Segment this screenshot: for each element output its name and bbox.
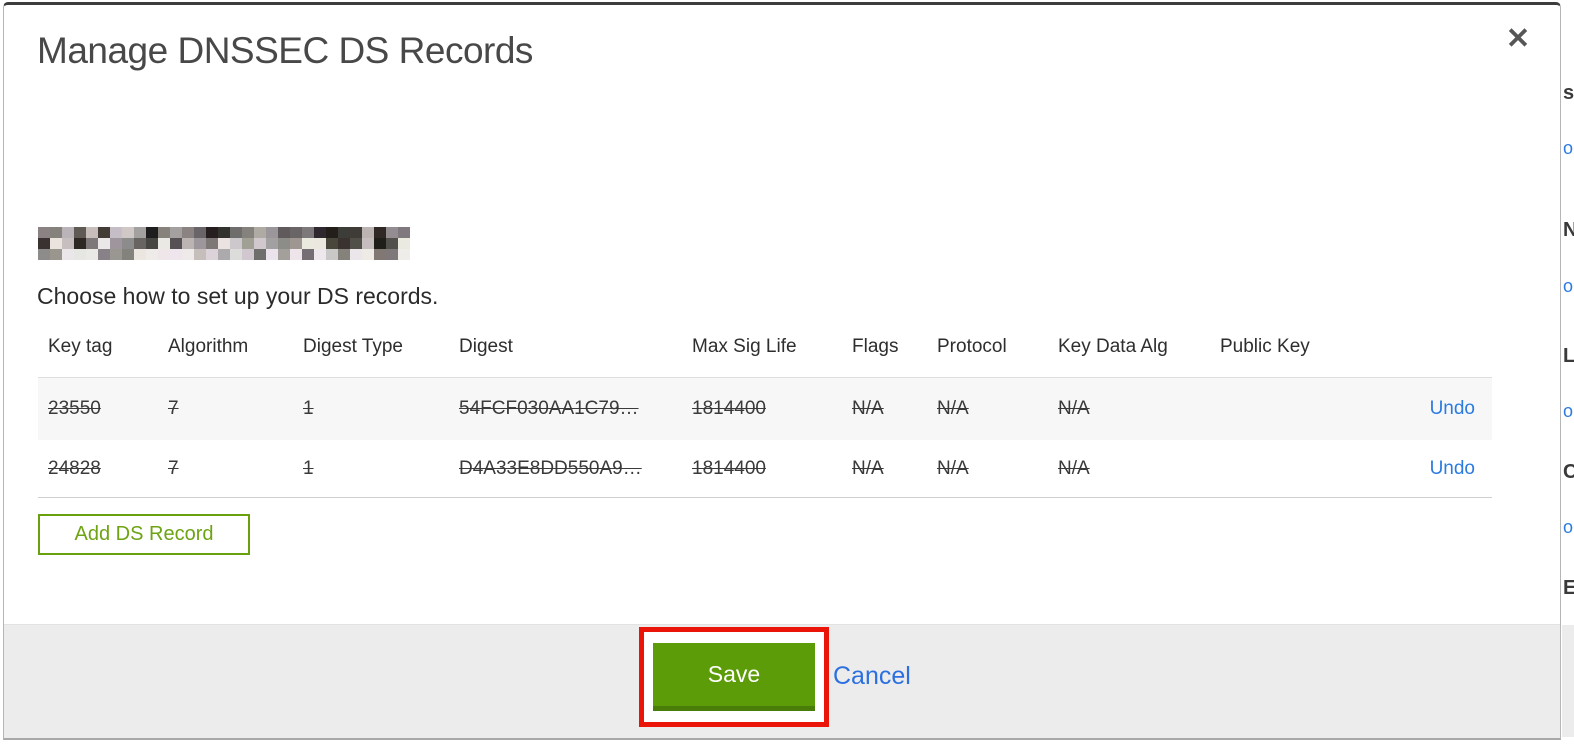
background-link-fragment: o xyxy=(1563,401,1574,421)
column-header-algorithm: Algorithm xyxy=(168,336,249,357)
cell-key-tag: 24828 xyxy=(48,457,101,479)
cell-digest-type: 1 xyxy=(303,457,314,479)
cell-flags: N/A xyxy=(852,398,884,419)
cell-key-tag: 23550 xyxy=(48,398,101,419)
background-text-fragment: L xyxy=(1563,345,1574,367)
cell-max-sig-life: 1814400 xyxy=(692,398,766,419)
close-icon[interactable]: ✕ xyxy=(1500,21,1536,57)
cell-digest: 54FCF030AA1C79… xyxy=(459,398,639,419)
cell-key-data-alg: N/A xyxy=(1058,457,1090,479)
cell-max-sig-life: 1814400 xyxy=(692,457,766,479)
cell-key-data-alg: N/A xyxy=(1058,398,1090,419)
background-footer-band xyxy=(1562,625,1574,737)
column-header-max-sig-life: Max Sig Life xyxy=(692,336,797,357)
undo-link[interactable]: Undo xyxy=(1430,398,1475,420)
add-ds-record-button[interactable]: Add DS Record xyxy=(38,514,250,555)
column-header-protocol: Protocol xyxy=(937,336,1007,357)
background-text-fragment: E xyxy=(1563,577,1574,599)
table-header-row: Key tag Algorithm Digest Type Digest Max… xyxy=(38,336,1492,376)
background-page-strip: s o N o L o C o E xyxy=(1562,0,1574,746)
redacted-domain-name xyxy=(38,227,410,260)
table-row: 24828 7 1 D4A33E8DD550A9… 1814400 N/A N/… xyxy=(38,440,1492,498)
column-header-flags: Flags xyxy=(852,336,899,357)
cell-flags: N/A xyxy=(852,457,884,479)
cell-protocol: N/A xyxy=(937,398,969,419)
cell-protocol: N/A xyxy=(937,457,969,479)
undo-link[interactable]: Undo xyxy=(1430,458,1475,480)
instruction-text: Choose how to set up your DS records. xyxy=(37,283,439,309)
save-button[interactable]: Save xyxy=(653,643,815,711)
column-header-digest: Digest xyxy=(459,336,513,357)
background-link-fragment: o xyxy=(1563,138,1574,158)
cancel-link[interactable]: Cancel xyxy=(833,662,911,691)
column-header-key-tag: Key tag xyxy=(48,336,113,357)
background-link-fragment: o xyxy=(1563,517,1574,537)
annotation-highlight-box: Save xyxy=(639,627,829,727)
cell-algorithm: 7 xyxy=(168,457,179,479)
background-text-fragment: C xyxy=(1563,461,1574,483)
page-title: Manage DNSSEC DS Records xyxy=(37,30,533,71)
column-header-digest-type: Digest Type xyxy=(303,336,403,357)
background-text-fragment: s xyxy=(1563,82,1574,104)
background-link-fragment: o xyxy=(1563,276,1574,296)
cell-digest-type: 1 xyxy=(303,398,314,419)
cell-algorithm: 7 xyxy=(168,398,179,419)
column-header-key-data-alg: Key Data Alg xyxy=(1058,336,1168,357)
cell-digest: D4A33E8DD550A9… xyxy=(459,457,642,479)
background-text-fragment: N xyxy=(1563,219,1574,241)
column-header-public-key: Public Key xyxy=(1220,336,1310,357)
table-row: 23550 7 1 54FCF030AA1C79… 1814400 N/A N/… xyxy=(38,377,1492,440)
